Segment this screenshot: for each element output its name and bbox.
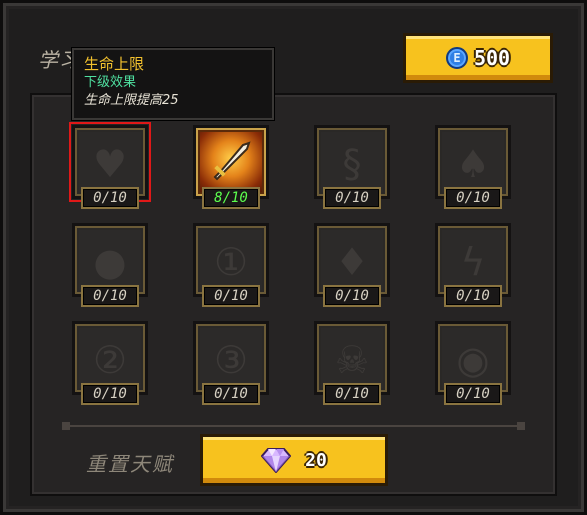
divider — [62, 422, 525, 430]
flame-icon: ♠ — [455, 142, 491, 186]
skill-tooltip: 生命上限 下级效果 生命上限提高25 — [72, 48, 274, 120]
skill-count: 0/10 — [81, 187, 139, 209]
skill-count: 8/10 — [202, 187, 260, 209]
skill-talent-8[interactable]: ϟ 0/10 — [435, 223, 511, 311]
skill-count: 0/10 — [323, 383, 381, 405]
skill-count: 0/10 — [444, 383, 502, 405]
gem-icon — [261, 447, 292, 473]
sword-icon — [209, 139, 253, 189]
spiral-icon: § — [342, 142, 362, 186]
skill-talent-3[interactable]: § 0/10 — [314, 125, 390, 213]
blob-icon: ● — [93, 240, 127, 284]
skill-talent-7[interactable]: ♦ 0/10 — [314, 223, 390, 311]
reset-talent-button[interactable]: 20 — [200, 434, 388, 486]
skill-count: 0/10 — [323, 187, 381, 209]
eye-icon: ◉ — [456, 338, 490, 382]
skill-count: 0/10 — [444, 285, 502, 307]
tooltip-title: 生命上限 — [84, 55, 145, 73]
gem-value: 20 — [305, 449, 327, 471]
medal-3-icon: ③ — [213, 338, 249, 382]
coin-icon: E — [445, 47, 468, 69]
skill-count: 0/10 — [81, 285, 139, 307]
shield-drop-icon: ♦ — [334, 240, 370, 284]
reset-talent-label: 重置天赋 — [86, 452, 174, 476]
medal-2-icon: ② — [92, 338, 128, 382]
skill-talent-12[interactable]: ◉ 0/10 — [435, 321, 511, 409]
skill-talent-4[interactable]: ♠ 0/10 — [435, 125, 511, 213]
skill-count: 0/10 — [81, 383, 139, 405]
tooltip-subtitle: 下级效果 — [84, 75, 137, 90]
skill-talent-5[interactable]: ● 0/10 — [72, 223, 148, 311]
skull-icon: ☠ — [334, 338, 370, 382]
skill-count: 0/10 — [202, 285, 260, 307]
medal-1-icon: ① — [213, 240, 249, 284]
skill-count: 0/10 — [323, 285, 381, 307]
coin-balance-button[interactable]: E 500 — [403, 33, 553, 83]
skill-talent-10[interactable]: ③ 0/10 — [193, 321, 269, 409]
skill-talent-6[interactable]: ① 0/10 — [193, 223, 269, 311]
skill-count: 0/10 — [444, 187, 502, 209]
skill-max-health[interactable]: ♥ 0/10 — [69, 122, 151, 213]
lightning-icon: ϟ — [460, 240, 486, 284]
coin-value: 500 — [473, 46, 511, 70]
skill-talent-11[interactable]: ☠ 0/10 — [314, 321, 390, 409]
skill-count: 0/10 — [202, 383, 260, 405]
skill-weapon[interactable]: 8/10 — [193, 125, 269, 213]
heart-icon: ♥ — [92, 142, 128, 186]
tooltip-description: 生命上限提高25 — [84, 93, 179, 108]
skill-talent-9[interactable]: ② 0/10 — [72, 321, 148, 409]
